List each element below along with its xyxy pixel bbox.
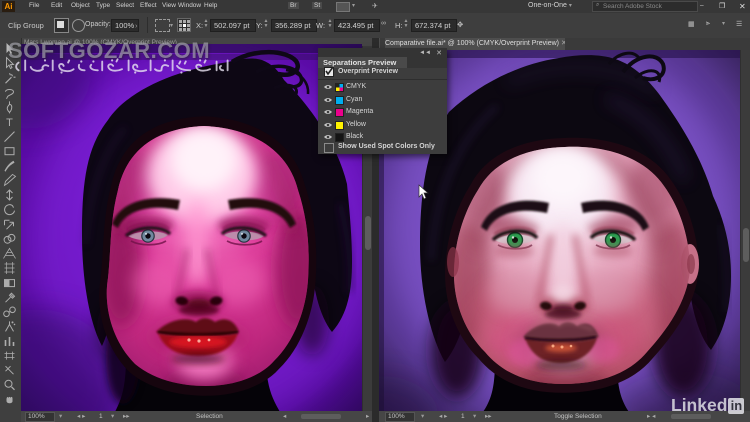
svg-text:T: T xyxy=(6,117,13,129)
